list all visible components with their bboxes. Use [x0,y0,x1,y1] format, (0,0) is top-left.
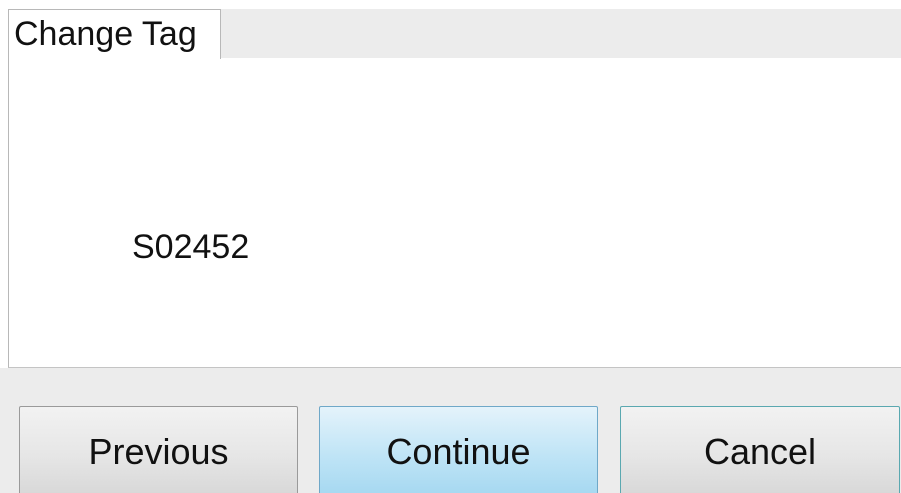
previous-button[interactable]: Previous [19,406,298,493]
tab-change-tag[interactable]: Change Tag [8,9,221,59]
tag-panel: S02452 [8,58,901,368]
cancel-button[interactable]: Cancel [620,406,900,493]
tag-value: S02452 [132,228,250,266]
change-tag-screen: Change Tag S02452 Previous Continue Canc… [0,0,901,493]
button-bar: Previous Continue Cancel [0,368,901,493]
continue-button[interactable]: Continue [319,406,598,493]
